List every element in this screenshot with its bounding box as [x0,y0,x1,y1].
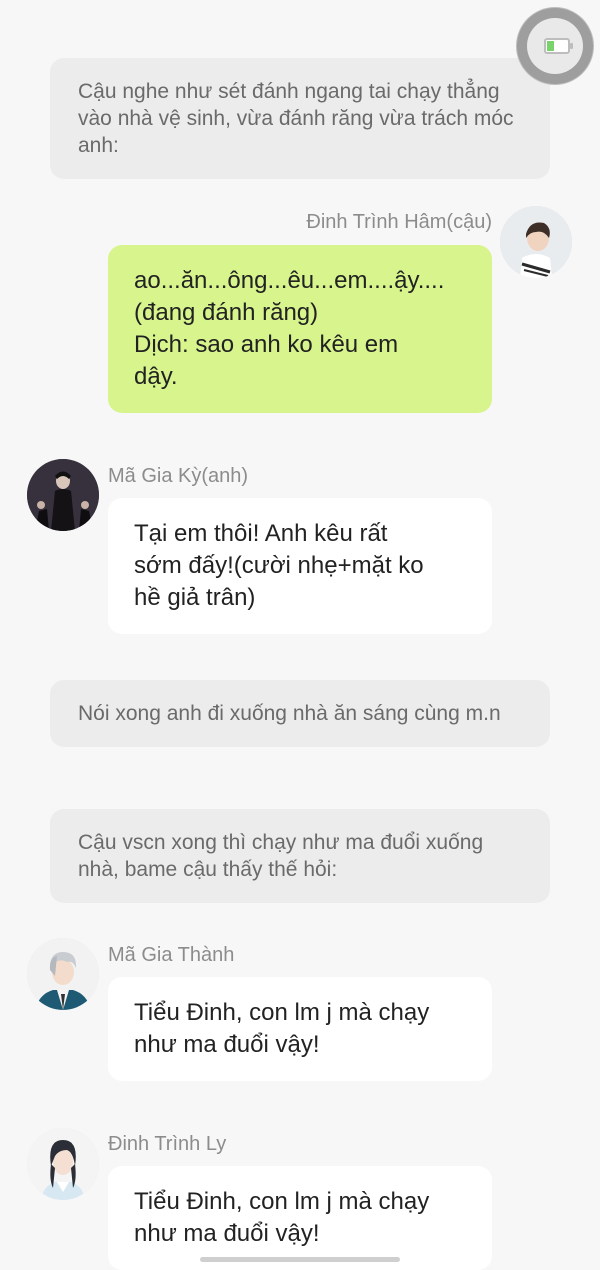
avatar[interactable] [27,459,99,531]
narration-box: Nói xong anh đi xuống nhà ăn sáng cùng m… [50,680,550,747]
sender-name: Mã Gia Kỳ(anh) [108,465,249,487]
chat-bubble: Tiểu Đinh, con lm j mà chạy như ma đuổi … [108,977,492,1081]
message-line: Dịch: sao anh ko kêu em [134,331,399,358]
sender-name: Đinh Trình Ly [108,1133,227,1155]
sender-name: Đinh Trình Hâm(cậu) [306,211,492,233]
home-indicator[interactable] [200,1257,400,1262]
narration-text: Nói xong anh đi xuống nhà ăn sáng cùng m… [78,702,501,725]
floating-assistive-button[interactable] [517,8,593,84]
message-line: ao...ăn...ông...êu...em....ậy.... [134,267,445,294]
message-line: như ma đuổi vậy! [134,1031,320,1058]
narration-text: Cậu nghe như sét đánh ngang tai chạy thẳ… [78,80,514,157]
avatar[interactable] [27,938,99,1010]
narration-box: Cậu vscn xong thì chạy như ma đuổi xuống… [50,809,550,903]
message-line: như ma đuổi vậy! [134,1220,320,1247]
message-line: Tại em thôi! Anh kêu rất [134,520,388,547]
message-line: Tiểu Đinh, con lm j mà chạy [134,1188,430,1215]
chat-bubble: Tiểu Đinh, con lm j mà chạy như ma đuổi … [108,1166,492,1270]
avatar[interactable] [500,206,572,278]
narration-text: Cậu vscn xong thì chạy như ma đuổi xuống… [78,831,484,881]
chat-bubble: ao...ăn...ông...êu...em....ậy.... (đang … [108,245,492,413]
chat-bubble: Tại em thôi! Anh kêu rất sớm đấy!(cười n… [108,498,492,634]
message-line: Tiểu Đinh, con lm j mà chạy [134,999,430,1026]
message-line: (đang đánh răng) [134,299,319,326]
message-line: sớm đấy!(cười nhẹ+mặt ko [134,552,424,579]
message-line: hề giả trân) [134,584,256,611]
message-line: dậy. [134,363,178,390]
narration-box: Cậu nghe như sét đánh ngang tai chạy thẳ… [50,58,550,179]
battery-charging-icon [544,38,573,54]
sender-name: Mã Gia Thành [108,944,235,966]
floating-button-inner [527,18,583,74]
avatar[interactable] [27,1128,99,1200]
